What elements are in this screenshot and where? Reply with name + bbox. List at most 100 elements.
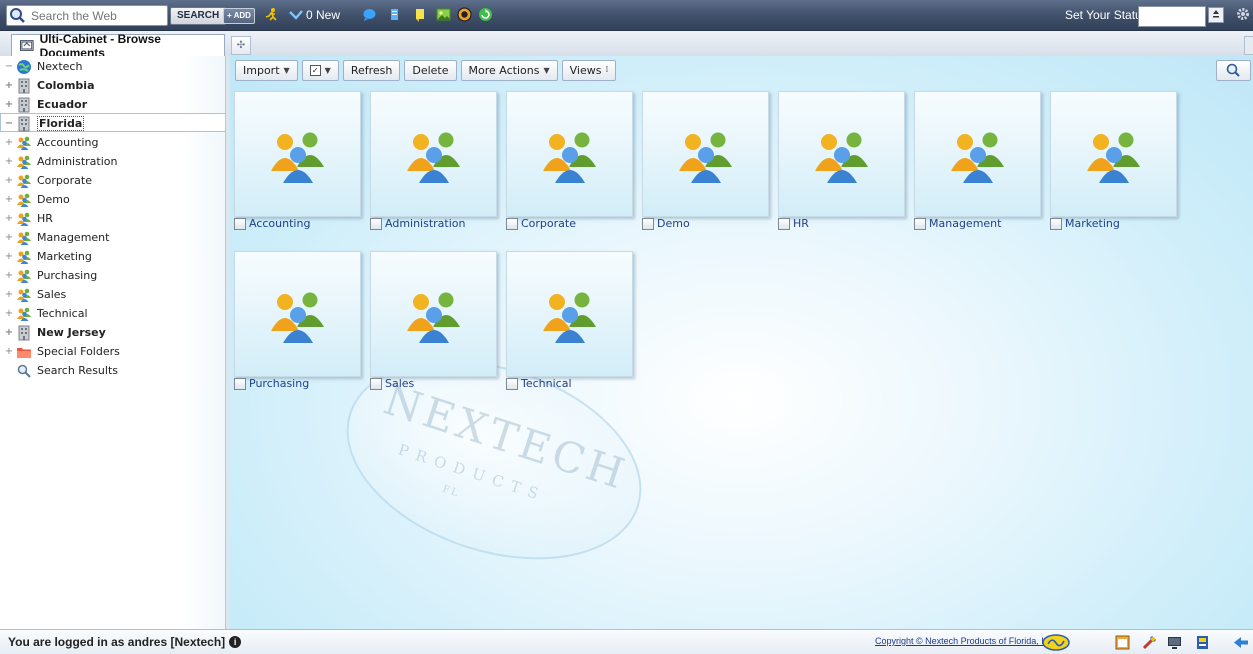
folder-select-checkbox[interactable] [370, 377, 382, 390]
folder-select-checkbox[interactable] [1050, 217, 1062, 230]
clock-icon[interactable] [457, 7, 472, 22]
folder-card-hr[interactable]: HR [778, 91, 905, 241]
refresh-circle-icon[interactable] [478, 7, 493, 22]
folder-thumbnail[interactable] [234, 91, 361, 217]
sidebar-item-technical[interactable]: + Technical [4, 304, 88, 323]
expand-icon[interactable]: + [4, 270, 14, 281]
expand-icon[interactable]: + [4, 308, 14, 319]
folder-card-demo[interactable]: Demo [642, 91, 769, 241]
sidebar-item-nextech[interactable]: − Nextech [4, 57, 82, 76]
folder-card-accounting[interactable]: Accounting [234, 91, 361, 241]
sidebar-item-ecuador[interactable]: + Ecuador [4, 95, 87, 114]
import-button[interactable]: Import ▼ [235, 60, 298, 81]
folder-thumbnail[interactable] [370, 251, 497, 377]
folder-name[interactable]: Management [929, 217, 1001, 230]
folder-select-checkbox[interactable] [506, 217, 518, 230]
folder-thumbnail[interactable] [370, 91, 497, 217]
sidebar-item-hr[interactable]: + HR [4, 209, 53, 228]
folder-name[interactable]: HR [793, 217, 809, 230]
sidebar-item-florida[interactable]: − Florida [4, 114, 85, 133]
folder-name[interactable]: Sales [385, 377, 414, 390]
expand-icon[interactable]: + [4, 80, 14, 91]
expand-icon[interactable]: + [4, 346, 14, 357]
folder-select-checkbox[interactable] [914, 217, 926, 230]
folder-thumbnail[interactable] [234, 251, 361, 377]
folder-thumbnail[interactable] [506, 251, 633, 377]
sidebar-item-corporate[interactable]: + Corporate [4, 171, 92, 190]
folder-card-administration[interactable]: Administration [370, 91, 497, 241]
expand-icon[interactable]: + [4, 194, 14, 205]
expand-icon[interactable]: + [4, 289, 14, 300]
folder-name[interactable]: Marketing [1065, 217, 1120, 230]
web-search-input[interactable] [29, 8, 163, 23]
sidebar-item-special-folders[interactable]: + Special Folders [4, 342, 120, 361]
folder-card-purchasing[interactable]: Purchasing [234, 251, 361, 401]
collapse-icon[interactable]: − [4, 118, 14, 129]
gear-icon[interactable] [1236, 7, 1250, 21]
folder-name[interactable]: Demo [657, 217, 690, 230]
sidebar-item-demo[interactable]: + Demo [4, 190, 70, 209]
tools-icon[interactable] [1141, 634, 1158, 651]
notepad-icon[interactable] [387, 7, 402, 22]
id-card-icon[interactable] [1194, 634, 1211, 651]
zoom-search-button[interactable] [1216, 60, 1251, 81]
folder-thumbnail[interactable] [778, 91, 905, 217]
expand-icon[interactable]: + [4, 99, 14, 110]
folder-name[interactable]: Administration [385, 217, 466, 230]
image-icon[interactable] [436, 7, 451, 22]
search-button[interactable]: SEARCH [170, 7, 227, 25]
new-tab-button[interactable]: ✣ [231, 36, 251, 55]
folder-thumbnail[interactable] [506, 91, 633, 217]
sticky-note-icon[interactable] [412, 7, 427, 22]
copyright-link[interactable]: Copyright © Nextech Products of Florida,… [875, 636, 1058, 646]
monitor-icon[interactable] [1166, 634, 1183, 651]
views-button[interactable]: Views ⁞ [561, 60, 617, 81]
calendar-icon[interactable] [1114, 634, 1131, 651]
sidebar-item-management[interactable]: + Management [4, 228, 109, 247]
folder-name[interactable]: Accounting [249, 217, 310, 230]
sidebar-item-sales[interactable]: + Sales [4, 285, 66, 304]
more-actions-button[interactable]: More Actions ▼ [460, 60, 558, 81]
web-search-box[interactable] [6, 5, 168, 26]
folder-select-checkbox[interactable] [234, 217, 246, 230]
folder-thumbnail[interactable] [1050, 91, 1177, 217]
refresh-button[interactable]: Refresh [342, 60, 401, 81]
sidebar-item-colombia[interactable]: + Colombia [4, 76, 95, 95]
back-arrow-icon[interactable] [1232, 634, 1249, 651]
status-input[interactable] [1138, 6, 1206, 27]
sidebar-item-search-results[interactable]: Search Results [4, 361, 118, 380]
expand-icon[interactable]: + [4, 137, 14, 148]
nextech-logo-icon[interactable] [1042, 634, 1070, 651]
expand-icon[interactable]: + [4, 213, 14, 224]
folder-select-checkbox[interactable] [506, 377, 518, 390]
folder-thumbnail[interactable] [642, 91, 769, 217]
mail-indicator[interactable]: 0 New [289, 8, 340, 22]
folder-card-marketing[interactable]: Marketing [1050, 91, 1177, 241]
folder-select-checkbox[interactable] [642, 217, 654, 230]
sidebar-item-accounting[interactable]: + Accounting [4, 133, 98, 152]
add-button[interactable]: + ADD [223, 8, 255, 24]
folder-select-checkbox[interactable] [234, 377, 246, 390]
folder-thumbnail[interactable] [914, 91, 1041, 217]
sidebar-item-administration[interactable]: + Administration [4, 152, 118, 171]
folder-card-corporate[interactable]: Corporate [506, 91, 633, 241]
folder-name[interactable]: Purchasing [249, 377, 309, 390]
sidebar-item-new-jersey[interactable]: + New Jersey [4, 323, 106, 342]
folder-select-checkbox[interactable] [370, 217, 382, 230]
tab-scroll-right[interactable] [1244, 36, 1253, 55]
expand-icon[interactable]: + [4, 175, 14, 186]
info-icon[interactable]: i [229, 636, 242, 648]
expand-icon[interactable]: + [4, 232, 14, 243]
sidebar-item-marketing[interactable]: + Marketing [4, 247, 92, 266]
expand-icon[interactable]: + [4, 327, 14, 338]
folder-card-management[interactable]: Management [914, 91, 1041, 241]
running-man-icon[interactable] [264, 7, 279, 22]
status-set-button[interactable] [1208, 7, 1224, 23]
delete-button[interactable]: Delete [404, 60, 457, 81]
select-menu-button[interactable]: ✓ ▼ [301, 60, 339, 81]
folder-name[interactable]: Technical [521, 377, 572, 390]
folder-card-sales[interactable]: Sales [370, 251, 497, 401]
expand-icon[interactable]: + [4, 156, 14, 167]
tab-browse-documents[interactable]: Ulti-Cabinet - Browse Documents [11, 32, 225, 60]
folder-name[interactable]: Corporate [521, 217, 576, 230]
